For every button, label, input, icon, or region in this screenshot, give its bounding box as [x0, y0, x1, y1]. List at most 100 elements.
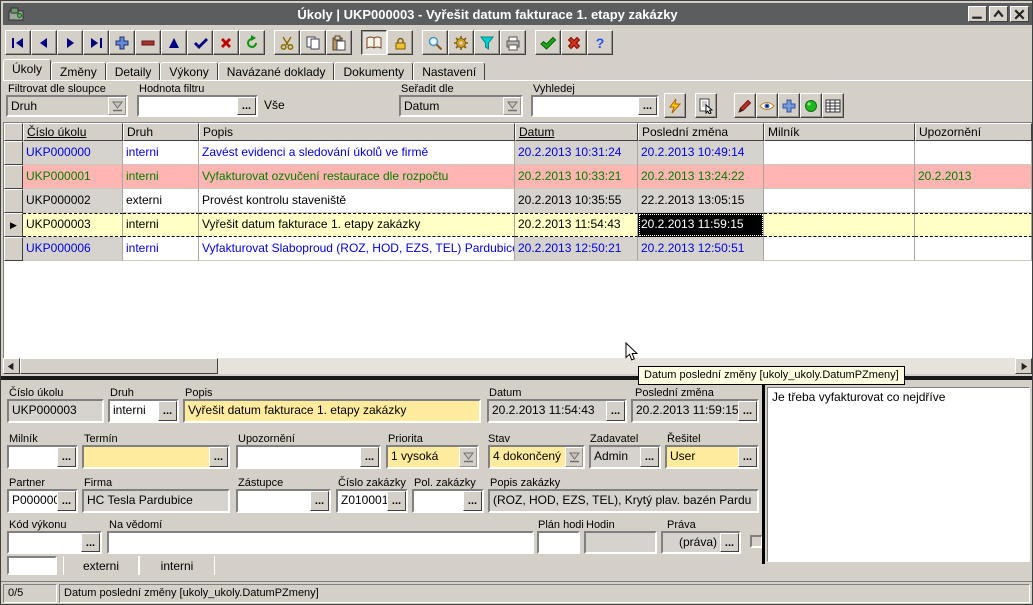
grid-cell[interactable]: UKP000002	[23, 189, 123, 213]
watch-button[interactable]	[756, 93, 778, 118]
termin-ellipsis-button[interactable]: ...	[209, 447, 228, 467]
grid-cell[interactable]	[915, 189, 1032, 213]
druh-field[interactable]: interni ...	[108, 399, 179, 423]
grid-cell[interactable]	[764, 141, 915, 165]
row-header[interactable]	[4, 189, 23, 213]
report-button[interactable]	[695, 93, 717, 118]
refresh-button[interactable]	[239, 30, 265, 55]
grid-column-header[interactable]: Milník	[764, 123, 915, 141]
row-header[interactable]	[4, 141, 23, 165]
grid-cell[interactable]: UKP000003	[23, 213, 123, 237]
first-record-button[interactable]	[5, 30, 31, 55]
na-vedomi-field[interactable]	[107, 531, 534, 554]
grid-cell[interactable]	[764, 165, 915, 189]
grid-column-header[interactable]: Číslo úkolu	[23, 123, 123, 141]
row-header[interactable]	[4, 165, 23, 189]
dropdown-icon[interactable]	[503, 97, 521, 115]
next-record-button[interactable]	[57, 30, 83, 55]
scroll-right-button[interactable]	[1015, 358, 1032, 374]
dropdown-icon[interactable]	[108, 97, 126, 115]
pol-zakazky-field[interactable]: ...	[412, 489, 484, 513]
settings-button[interactable]	[448, 30, 474, 55]
druh-ellipsis-button[interactable]: ...	[158, 401, 177, 421]
grid-cell[interactable]: 20.2.2013 10:35:55	[515, 189, 638, 213]
table-row[interactable]: UKP000000interniZavést evidenci a sledov…	[4, 141, 1032, 165]
prava-field[interactable]: (práva) ...	[661, 531, 741, 554]
grid-cell[interactable]: UKP000006	[23, 237, 123, 261]
dropdown-icon[interactable]	[565, 447, 583, 467]
kod-vykonu-field[interactable]: ...	[7, 531, 102, 554]
grid-cell[interactable]: Zavést evidenci a sledování úkolů ve fir…	[199, 141, 515, 165]
paste-button[interactable]	[326, 30, 352, 55]
posledni-zmena-ellipsis-button[interactable]: ...	[738, 401, 757, 421]
print-button[interactable]	[500, 30, 526, 55]
firma-field[interactable]: HC Tesla Pardubice	[82, 489, 230, 513]
note-memo[interactable]: Je třeba vyfakturovat co nejdříve	[767, 387, 1030, 562]
grid-cell[interactable]: 20.2.2013	[915, 165, 1032, 189]
grid-cell[interactable]: Provést kontrolu staveniště	[199, 189, 515, 213]
grid-cell[interactable]	[915, 141, 1032, 165]
grid-cell[interactable]: Vyfakturovat ozvučení restaurace dle roz…	[199, 165, 515, 189]
grid-cell[interactable]: interni	[123, 237, 199, 261]
quick-filter-box[interactable]	[7, 556, 57, 575]
tab-nastaven-[interactable]: Nastavení	[413, 62, 485, 80]
zastupce-field[interactable]: ...	[236, 489, 331, 513]
cancel-edit-button[interactable]	[213, 30, 239, 55]
partner-field[interactable]: P000000 ...	[7, 489, 78, 513]
popis-zakazky-field[interactable]: (ROZ, HOD, EZS, TEL), Krytý plav. bazén …	[488, 489, 759, 513]
cislo-zakazky-ellipsis-button[interactable]: ...	[387, 491, 406, 511]
grid-column-header[interactable]: Druh	[123, 123, 199, 141]
prior-record-button[interactable]	[31, 30, 57, 55]
grid-cell[interactable]: 20.2.2013 12:50:51	[638, 237, 764, 261]
delete-record-button[interactable]	[135, 30, 161, 55]
kod-vykonu-ellipsis-button[interactable]: ...	[81, 533, 100, 552]
table-row[interactable]: UKP000001interniVyfakturovat ozvučení re…	[4, 165, 1032, 189]
table-row[interactable]: UKP000006interniVyfakturovat Slaboproud …	[4, 237, 1032, 261]
zadavatel-ellipsis-button[interactable]: ...	[640, 447, 659, 467]
columns-button[interactable]	[822, 93, 844, 118]
last-record-button[interactable]	[83, 30, 109, 55]
insert-record-button[interactable]	[109, 30, 135, 55]
grid-cell[interactable]: UKP000001	[23, 165, 123, 189]
milnik-field[interactable]: ...	[7, 445, 78, 469]
filter-value-ellipsis-button[interactable]: ...	[237, 97, 256, 115]
tab-detaily[interactable]: Detaily	[106, 62, 161, 80]
grid-cell[interactable]: interni	[123, 165, 199, 189]
grid-cell[interactable]: Vyfakturovat Slaboproud (ROZ, HOD, EZS, …	[199, 237, 515, 261]
cut-button[interactable]	[274, 30, 300, 55]
book-button[interactable]	[361, 30, 387, 55]
scroll-left-button[interactable]	[3, 358, 20, 374]
cislo-zakazky-field[interactable]: Z010001 ...	[336, 489, 408, 513]
grid-column-header[interactable]: Popis	[199, 123, 515, 141]
zastupce-ellipsis-button[interactable]: ...	[310, 491, 329, 511]
tab--koly[interactable]: Úkoly	[3, 59, 51, 80]
post-edit-button[interactable]	[187, 30, 213, 55]
resitel-ellipsis-button[interactable]: ...	[738, 447, 757, 467]
priorita-combo[interactable]: 1 vysoká	[386, 445, 479, 469]
grid-cell[interactable]: 20.2.2013 11:54:43	[515, 213, 638, 237]
grid-cell[interactable]	[915, 213, 1032, 237]
close-window-button[interactable]	[1010, 6, 1029, 22]
table-row[interactable]: UKP000002externiProvést kontrolu staveni…	[4, 189, 1032, 213]
close-button[interactable]	[561, 30, 587, 55]
bottom-tab-interni[interactable]: interni	[140, 559, 214, 573]
tasks-grid[interactable]: Číslo úkoluDruhPopisDatumPoslední změnaM…	[3, 122, 1032, 358]
search-ellipsis-button[interactable]: ...	[638, 97, 657, 115]
search-input[interactable]: ...	[531, 95, 659, 117]
row-header[interactable]	[4, 237, 23, 261]
resitel-field[interactable]: User ...	[665, 445, 759, 469]
minimize-button[interactable]	[968, 6, 987, 22]
highlight-button[interactable]	[734, 93, 756, 118]
grid-cell[interactable]: interni	[123, 141, 199, 165]
current-row-marker[interactable]: ▶	[4, 213, 23, 237]
edit-record-button[interactable]	[161, 30, 187, 55]
filter-column-combo[interactable]: Druh	[6, 95, 128, 117]
grid-cell[interactable]: 20.2.2013 11:59:15	[638, 213, 764, 237]
filter-value-input[interactable]: ...	[137, 95, 258, 117]
add-button[interactable]	[778, 93, 800, 118]
grid-column-header[interactable]: Upozornění	[915, 123, 1032, 141]
grid-cell[interactable]: 20.2.2013 10:31:24	[515, 141, 638, 165]
bottom-tab-externi[interactable]: externi	[64, 559, 138, 573]
grid-column-header[interactable]: Datum	[515, 123, 638, 141]
datum-ellipsis-button[interactable]: ...	[606, 401, 625, 421]
